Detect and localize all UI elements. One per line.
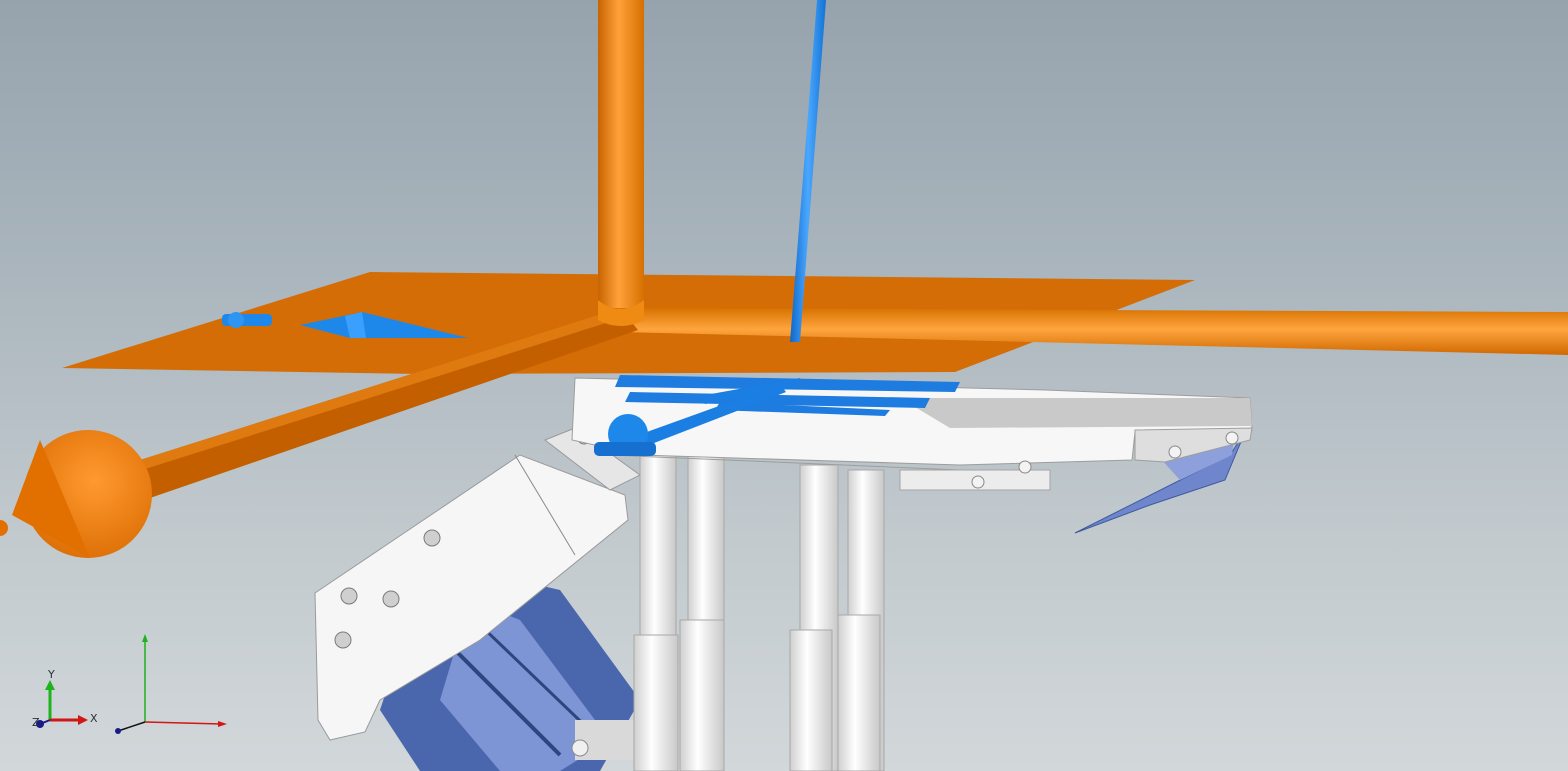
blue-pin-left[interactable] (222, 312, 272, 328)
origin-axes-icon (115, 634, 227, 734)
support-legs[interactable] (633, 451, 885, 771)
triad-x-label: X (90, 712, 98, 725)
triad-y-label: Y (47, 668, 55, 681)
3d-viewport[interactable]: Y X Z (0, 0, 1568, 771)
triad-z-label: Z (32, 716, 40, 729)
orange-cone-marker[interactable] (0, 430, 152, 558)
